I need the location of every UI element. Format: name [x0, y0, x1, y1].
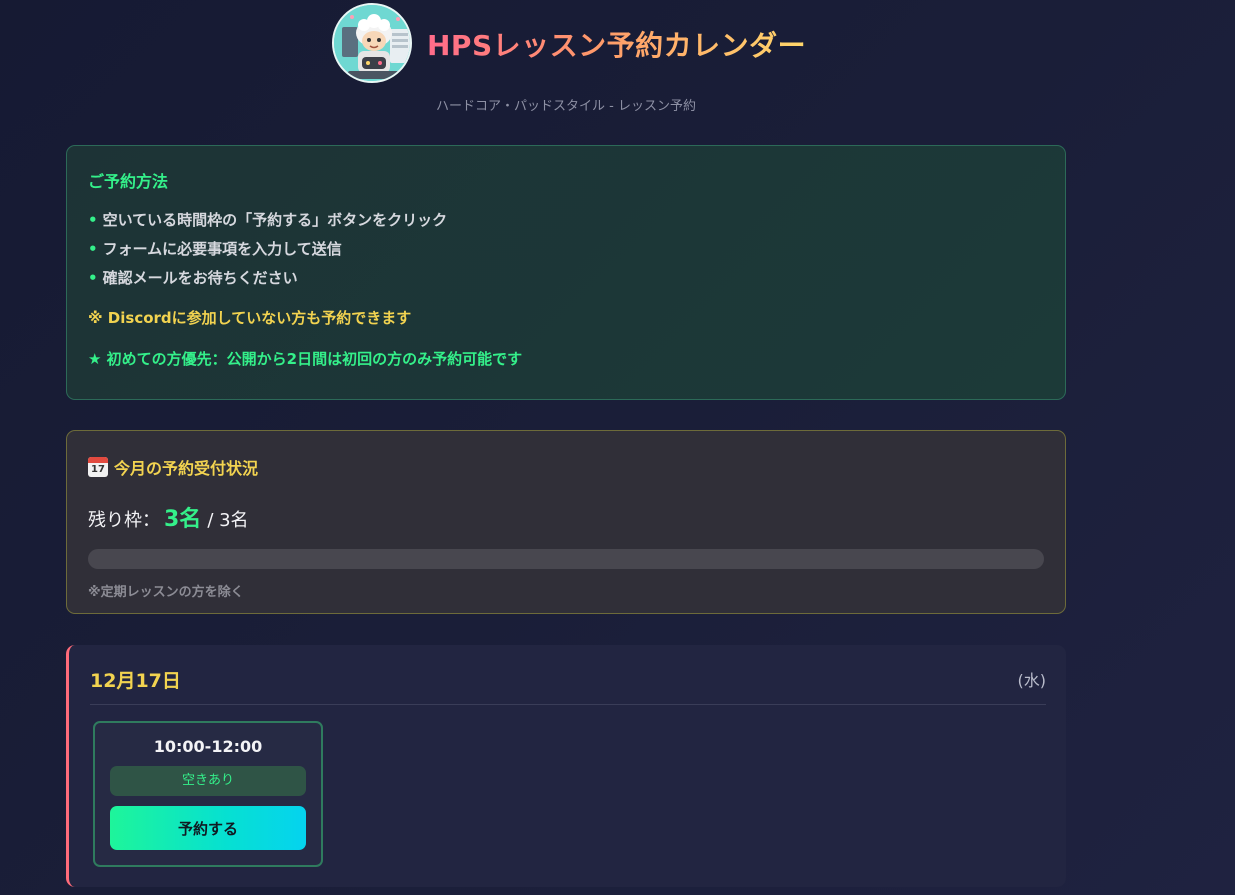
howto-step: • 確認メールをお待ちください	[88, 264, 1044, 293]
reserve-button[interactable]: 予約する	[110, 806, 306, 850]
calendar-icon: 17	[88, 457, 108, 477]
remaining-total: / 3名	[207, 510, 249, 531]
mascot-icon	[334, 5, 410, 81]
bullet-icon: •	[88, 211, 98, 229]
day-header: 12月17日 (水)	[90, 665, 1046, 693]
slot-availability-badge: 空きあり	[110, 766, 306, 796]
remaining-slots: 残り枠： 3名 / 3名	[88, 501, 1044, 533]
discord-note: ※ Discordに参加していない方も予約できます	[88, 309, 412, 327]
howto-step: • フォームに必要事項を入力して送信	[88, 235, 1044, 264]
howto-title: ご予約方法	[88, 172, 169, 191]
day-card: 12月17日 (水) 10:00-12:00 空きあり 予約する	[66, 645, 1066, 887]
howto-step-text: 確認メールをお待ちください	[102, 269, 298, 287]
howto-step-text: 空いている時間枠の「予約する」ボタンをクリック	[102, 211, 448, 229]
status-title: 今月の予約受付状況	[114, 459, 259, 478]
bullet-icon: •	[88, 269, 98, 287]
calendar-icon-day: 17	[91, 464, 105, 475]
bullet-icon: •	[88, 240, 98, 258]
status-title-row: 17 今月の予約受付状況	[88, 455, 1044, 479]
first-timer-note: ★ 初めての方優先：公開から2日間は初回の方のみ予約可能です	[88, 350, 523, 368]
header: HPSレッスン予約カレンダー ハードコア・パッドスタイル - レッスン予約	[0, 0, 1130, 125]
howto-step-text: フォームに必要事項を入力して送信	[102, 240, 342, 258]
howto-panel: ご予約方法 • 空いている時間枠の「予約する」ボタンをクリック • フォームに必要事…	[66, 145, 1066, 400]
day-date: 12月17日	[90, 669, 181, 692]
logo-avatar	[332, 3, 412, 83]
capacity-progress-bar	[88, 549, 1044, 569]
slot-time: 10:00-12:00	[153, 737, 263, 756]
howto-step: • 空いている時間枠の「予約する」ボタンをクリック	[88, 206, 1044, 235]
status-note: ※定期レッスンの方を除く	[88, 585, 244, 600]
day-weekday: (水)	[1017, 671, 1047, 690]
remaining-count: 3名	[164, 507, 202, 532]
time-slot: 10:00-12:00 空きあり 予約する	[93, 721, 323, 867]
day-divider	[90, 704, 1046, 705]
howto-steps: • 空いている時間枠の「予約する」ボタンをクリック • フォームに必要事項を入力して…	[88, 206, 1044, 293]
page-subtitle: ハードコア・パッドスタイル - レッスン予約	[436, 99, 696, 114]
monthly-status-panel: 17 今月の予約受付状況 残り枠： 3名 / 3名 ※定期レッスンの方を除く	[66, 430, 1066, 614]
page-title: HPSレッスン予約カレンダー	[427, 24, 806, 64]
remaining-label: 残り枠：	[88, 510, 160, 531]
